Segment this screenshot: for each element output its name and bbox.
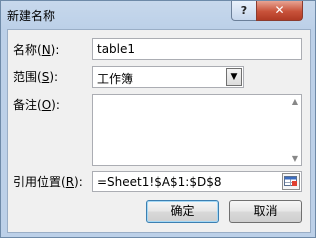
comment-label-prefix: 备注(	[13, 98, 42, 112]
scope-select-value: 工作簿	[97, 72, 134, 86]
scope-select[interactable]: 工作簿 ▼	[92, 66, 244, 88]
title-bar[interactable]: 新建名称 ? ✕	[1, 1, 315, 29]
ok-button[interactable]: 确定	[146, 200, 219, 223]
new-name-dialog: 新建名称 ? ✕ 名称(N): table1 范围(S): 工作簿 ▼ 备注(O…	[0, 0, 316, 238]
comment-textarea[interactable]: ▲ ▼	[92, 94, 302, 166]
window-title: 新建名称	[7, 9, 56, 23]
refers-to-label-suffix: ):	[74, 175, 83, 189]
scope-label-prefix: 范围(	[13, 70, 42, 84]
help-button[interactable]: ?	[231, 1, 257, 21]
dialog-body: 名称(N): table1 范围(S): 工作簿 ▼ 备注(O): ▲ ▼ 引用…	[7, 29, 311, 233]
cancel-button[interactable]: 取消	[229, 200, 302, 223]
refers-to-label-key: R	[65, 175, 75, 189]
comment-label: 备注(O):	[13, 96, 60, 113]
chevron-down-icon[interactable]: ▼	[226, 68, 242, 86]
comment-label-key: O	[41, 98, 52, 112]
refers-to-label: 引用位置(R):	[13, 173, 83, 190]
name-label-key: N	[41, 43, 51, 57]
scroll-up-icon[interactable]: ▲	[292, 97, 298, 106]
scroll-down-icon[interactable]: ▼	[292, 154, 298, 163]
scope-label: 范围(S):	[13, 68, 58, 85]
name-input-value: table1	[97, 42, 136, 56]
range-select-icon[interactable]	[282, 173, 300, 190]
comment-label-suffix: ):	[51, 98, 60, 112]
name-label-suffix: ):	[50, 43, 60, 57]
name-input[interactable]: table1	[92, 38, 302, 60]
refers-to-value: =Sheet1!$A$1:$D$8	[97, 175, 222, 189]
refers-to-label-prefix: 引用位置(	[13, 175, 66, 189]
range-select-icon-graphic	[284, 176, 297, 186]
name-label-prefix: 名称(	[13, 43, 42, 57]
close-button[interactable]: ✕	[256, 1, 303, 21]
refers-to-input[interactable]: =Sheet1!$A$1:$D$8	[92, 171, 302, 192]
scope-label-suffix: ):	[49, 70, 59, 84]
name-label: 名称(N):	[13, 41, 59, 58]
